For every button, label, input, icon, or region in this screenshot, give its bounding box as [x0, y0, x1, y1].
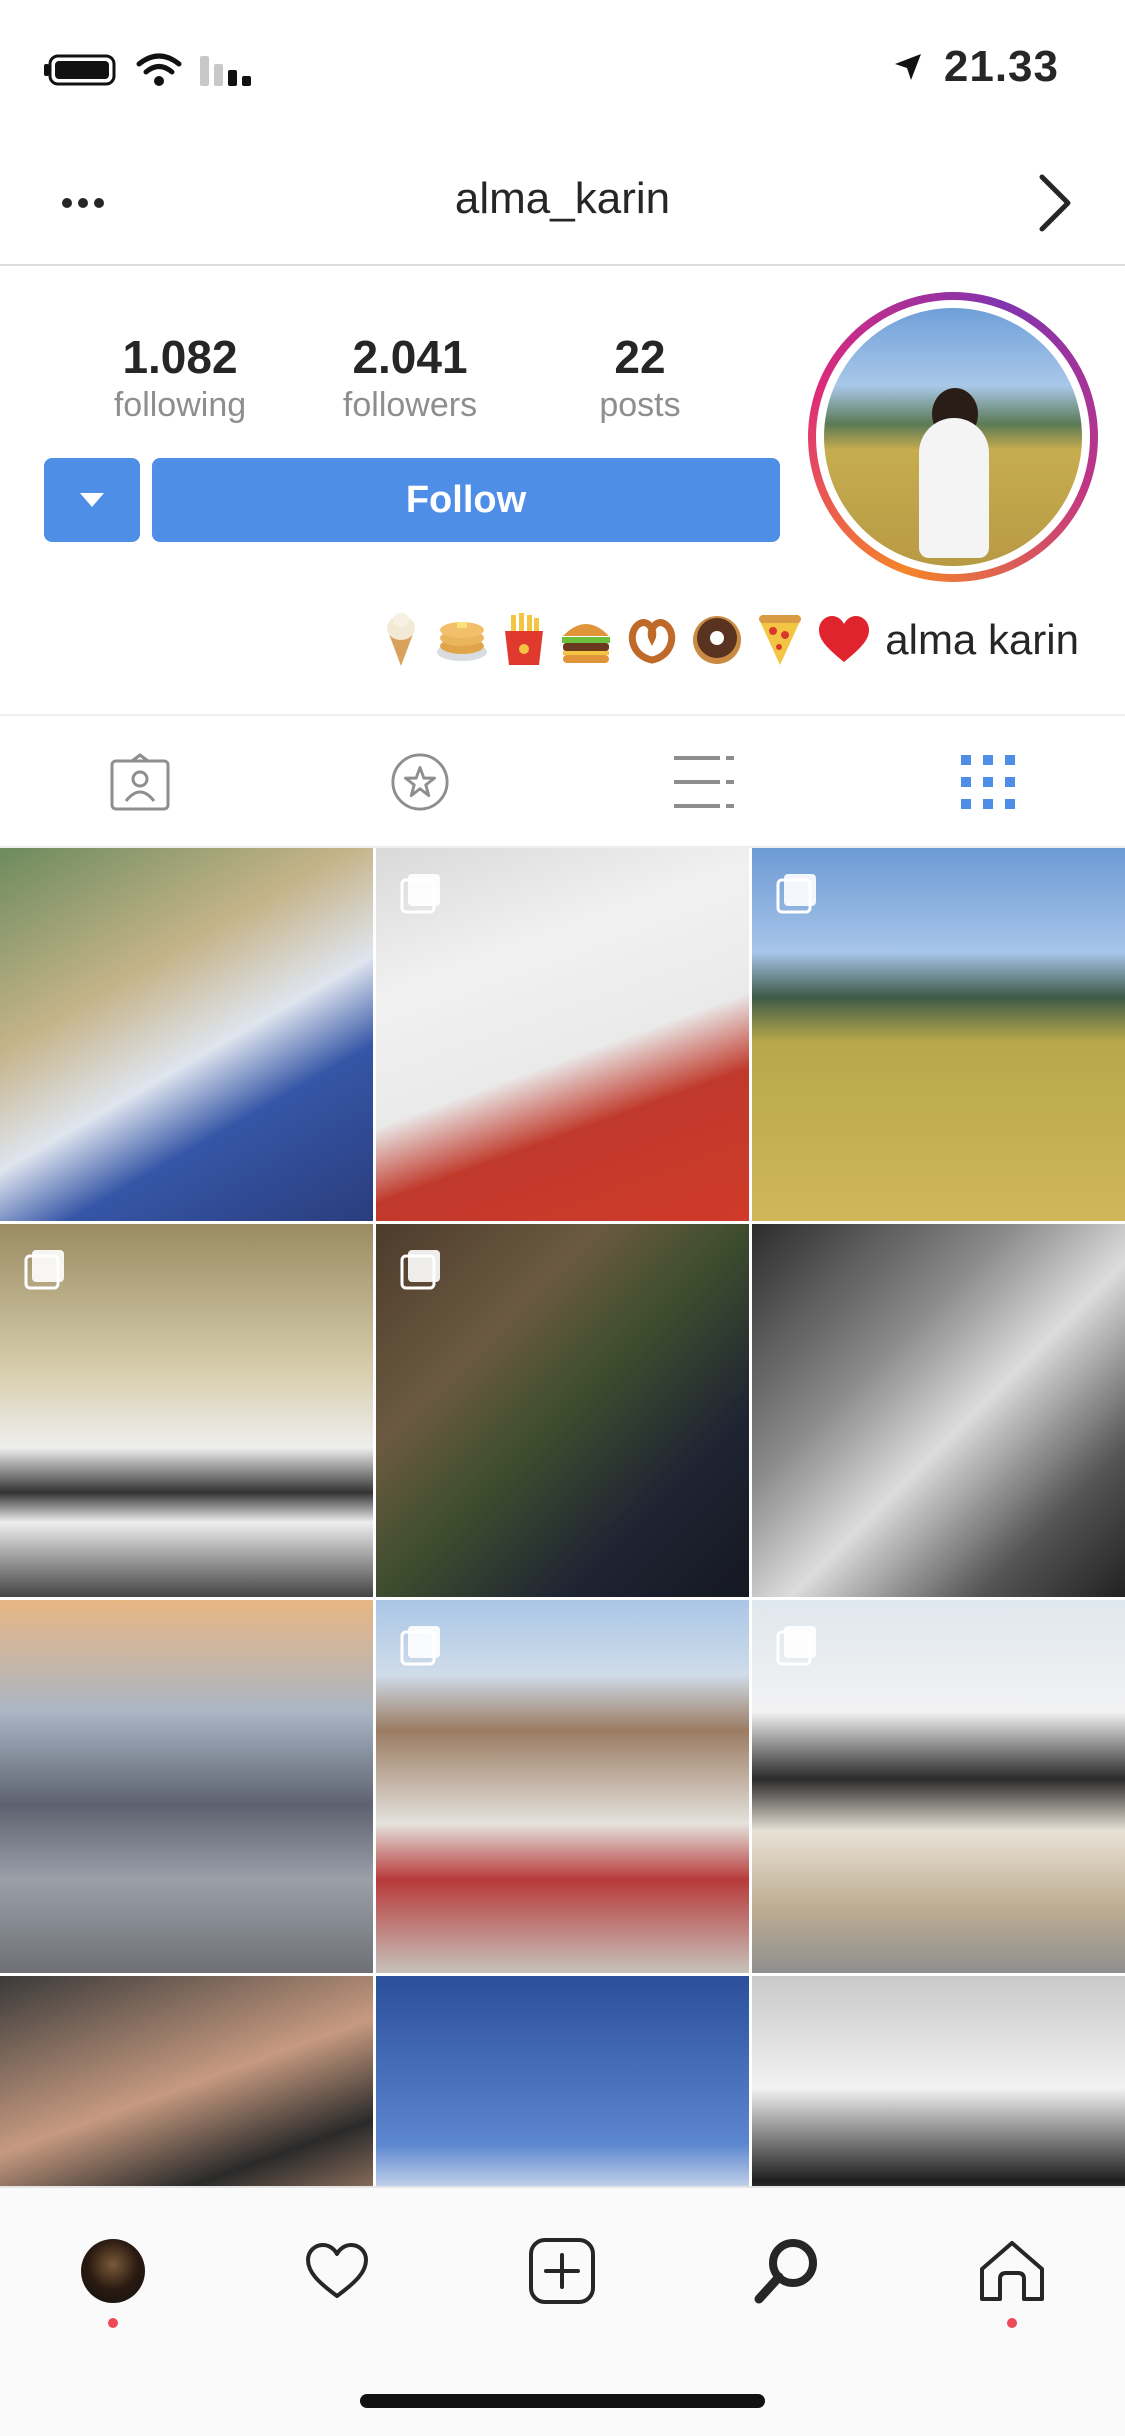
- profile-bio: alma karin: [379, 612, 1079, 668]
- post-thumbnail[interactable]: [0, 1600, 373, 1973]
- carousel-icon: [400, 1626, 440, 1666]
- home-indicator[interactable]: [360, 2394, 765, 2408]
- following-count: 1.082: [122, 331, 238, 383]
- add-post-icon: [529, 2238, 595, 2304]
- red-heart-icon: [819, 616, 870, 662]
- followers-count: 2.041: [352, 331, 468, 383]
- suggestions-dropdown-button[interactable]: [44, 458, 140, 542]
- wifi-icon: [136, 53, 182, 86]
- bottom-tab-profile[interactable]: [76, 2234, 150, 2308]
- hamburger-icon: [562, 624, 611, 663]
- star-circle-icon: [391, 753, 449, 811]
- posts-label: posts: [599, 386, 681, 424]
- posts-count: 22: [614, 331, 666, 383]
- bio-display-name: alma karin: [885, 616, 1079, 663]
- pretzel-icon: [629, 619, 676, 664]
- tab-grid[interactable]: [958, 752, 1018, 812]
- caret-down-icon: [80, 493, 104, 507]
- carousel-icon: [776, 1626, 816, 1666]
- carousel-icon: [776, 874, 816, 914]
- profile-notification-dot: [108, 2318, 118, 2328]
- post-thumbnail[interactable]: [0, 1224, 373, 1597]
- post-thumbnail[interactable]: [752, 1224, 1125, 1597]
- status-icons: [44, 52, 254, 88]
- status-time: 21.33: [943, 42, 1059, 91]
- list-view-icon: [674, 756, 734, 808]
- home-icon: [980, 2241, 1044, 2301]
- avatar-photo: [824, 308, 1082, 566]
- carousel-icon: [24, 1250, 64, 1290]
- followers-stat[interactable]: 2.041 followers: [310, 330, 510, 425]
- profile-stats: 1.082 following 2.041 followers 22 posts: [80, 330, 740, 425]
- posts-stat[interactable]: 22 posts: [540, 330, 740, 425]
- nav-bar: alma_karin: [0, 140, 1125, 266]
- soft-ice-cream-icon: [387, 613, 416, 666]
- following-label: following: [113, 386, 247, 424]
- follow-button[interactable]: Follow: [152, 458, 780, 542]
- bio-emoji-row: [379, 612, 871, 668]
- tab-tagged[interactable]: [110, 752, 170, 812]
- tagged-person-icon: [110, 753, 170, 811]
- search-icon: [754, 2239, 817, 2304]
- home-notification-dot: [1007, 2318, 1017, 2328]
- profile-content-tabs: [0, 714, 1125, 848]
- bottom-tab-search[interactable]: [750, 2234, 824, 2308]
- french-fries-icon: [505, 613, 544, 665]
- profile-thumbnail-icon: [81, 2239, 145, 2303]
- profile-avatar[interactable]: [808, 292, 1098, 582]
- location-arrow-icon: [895, 54, 921, 80]
- bottom-tab-activity[interactable]: [300, 2234, 374, 2308]
- carousel-icon: [400, 874, 440, 914]
- post-thumbnail[interactable]: [376, 1600, 749, 1973]
- post-thumbnail[interactable]: [0, 848, 373, 1221]
- tab-list[interactable]: [674, 752, 734, 812]
- pizza-icon: [759, 615, 802, 665]
- grid-view-icon: [961, 755, 1015, 809]
- post-thumbnail[interactable]: [752, 848, 1125, 1221]
- posts-grid: [0, 848, 1125, 2349]
- post-thumbnail[interactable]: [376, 848, 749, 1221]
- heart-outline-icon: [306, 2243, 368, 2298]
- battery-icon: [44, 54, 116, 86]
- doughnut-icon: [693, 616, 742, 664]
- signal-icon: [200, 56, 251, 86]
- pancakes-icon: [437, 622, 488, 661]
- following-stat[interactable]: 1.082 following: [80, 330, 280, 425]
- post-thumbnail[interactable]: [752, 1600, 1125, 1973]
- back-button[interactable]: [1025, 168, 1085, 238]
- bottom-tab-new-post[interactable]: [525, 2234, 599, 2308]
- tab-saved[interactable]: [390, 752, 450, 812]
- status-bar: 21.33: [0, 0, 1125, 140]
- followers-label: followers: [342, 386, 478, 424]
- post-thumbnail[interactable]: [376, 1224, 749, 1597]
- bottom-tab-home[interactable]: [975, 2234, 1049, 2308]
- profile-username-title: alma_karin: [454, 174, 671, 223]
- carousel-icon: [400, 1250, 440, 1290]
- chevron-right-icon: [1039, 174, 1071, 232]
